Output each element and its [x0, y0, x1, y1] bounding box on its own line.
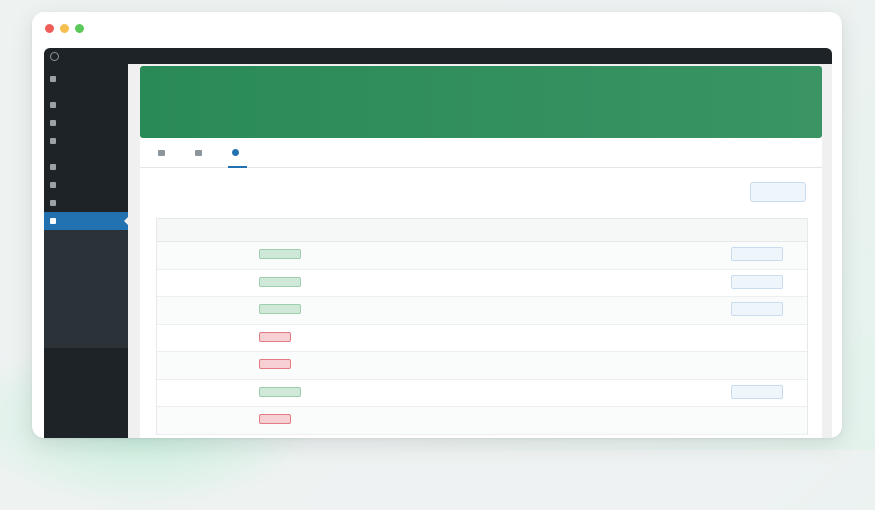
view-details-button[interactable]	[731, 274, 783, 289]
submenu-item[interactable]	[44, 275, 128, 289]
logs-card	[140, 168, 822, 438]
tools-icon	[50, 200, 56, 206]
submenu-item[interactable]	[44, 317, 128, 331]
admin-bar	[44, 48, 832, 64]
table-row	[157, 242, 807, 270]
settings-icon	[158, 149, 165, 156]
table-row	[157, 325, 807, 352]
tab-settings[interactable]	[158, 138, 169, 168]
plugins-icon	[50, 182, 56, 188]
view-details-button[interactable]	[731, 384, 783, 399]
actions-cell	[731, 384, 807, 401]
plugin-header	[140, 66, 822, 138]
table-header	[157, 219, 807, 242]
dashboard-icon	[50, 76, 56, 82]
settings-tabs	[140, 138, 822, 168]
plugin-active-icon	[50, 218, 56, 224]
sidebar-item-tools[interactable]	[44, 194, 128, 212]
sidebar-submenu	[44, 230, 128, 348]
main-panel	[128, 64, 832, 438]
sidebar-item-pages[interactable]	[44, 132, 128, 150]
status-cell	[259, 304, 321, 316]
status-cell	[259, 386, 321, 399]
tab-template[interactable]	[195, 138, 206, 168]
submenu-item[interactable]	[44, 289, 128, 303]
actions-cell	[731, 302, 807, 318]
view-details-button[interactable]	[731, 247, 783, 262]
actions-cell	[731, 247, 807, 263]
appearance-icon	[50, 164, 56, 170]
table-body	[157, 242, 807, 435]
status-badge	[259, 304, 301, 315]
sidebar-item-appearance[interactable]	[44, 158, 128, 176]
status-cell	[259, 249, 321, 261]
status-badge	[259, 386, 301, 397]
status-badge	[259, 414, 291, 425]
logs-table	[156, 218, 808, 435]
sidebar-item-media[interactable]	[44, 114, 128, 132]
status-cell	[259, 331, 321, 344]
browser-window	[32, 12, 842, 438]
window-controls	[45, 24, 84, 33]
minimize-dot[interactable]	[60, 24, 69, 33]
table-row	[157, 352, 807, 380]
template-icon	[195, 149, 202, 156]
wordpress-icon[interactable]	[50, 51, 59, 61]
table-row	[157, 270, 807, 297]
status-cell	[259, 359, 321, 371]
submenu-item[interactable]	[44, 247, 128, 261]
sidebar-item-plugins[interactable]	[44, 176, 128, 194]
sidebar-item-dashboard[interactable]	[44, 70, 128, 88]
submenu-item[interactable]	[44, 261, 128, 275]
admin-content	[44, 64, 832, 438]
actions-cell	[731, 274, 807, 291]
submenu-item-current[interactable]	[44, 331, 128, 345]
close-dot[interactable]	[45, 24, 54, 33]
table-row	[157, 297, 807, 325]
submenu-item[interactable]	[44, 303, 128, 317]
sidebar-item-plugin-active[interactable]	[44, 212, 128, 230]
clear-logs-button[interactable]	[750, 182, 806, 202]
table-row	[157, 380, 807, 407]
status-badge	[259, 331, 291, 342]
media-icon	[50, 120, 56, 126]
status-cell	[259, 276, 321, 289]
status-badge	[259, 276, 301, 287]
tab-logs[interactable]	[228, 138, 247, 168]
submenu-item[interactable]	[44, 233, 128, 247]
table-row	[157, 407, 807, 435]
posts-icon	[50, 102, 56, 108]
pages-icon	[50, 138, 56, 144]
admin-sidebar	[44, 64, 128, 438]
view-details-button[interactable]	[731, 302, 783, 317]
status-badge	[259, 359, 291, 370]
maximize-dot[interactable]	[75, 24, 84, 33]
logs-icon	[232, 149, 239, 156]
status-cell	[259, 414, 321, 426]
status-badge	[259, 249, 301, 260]
sidebar-item-posts[interactable]	[44, 96, 128, 114]
